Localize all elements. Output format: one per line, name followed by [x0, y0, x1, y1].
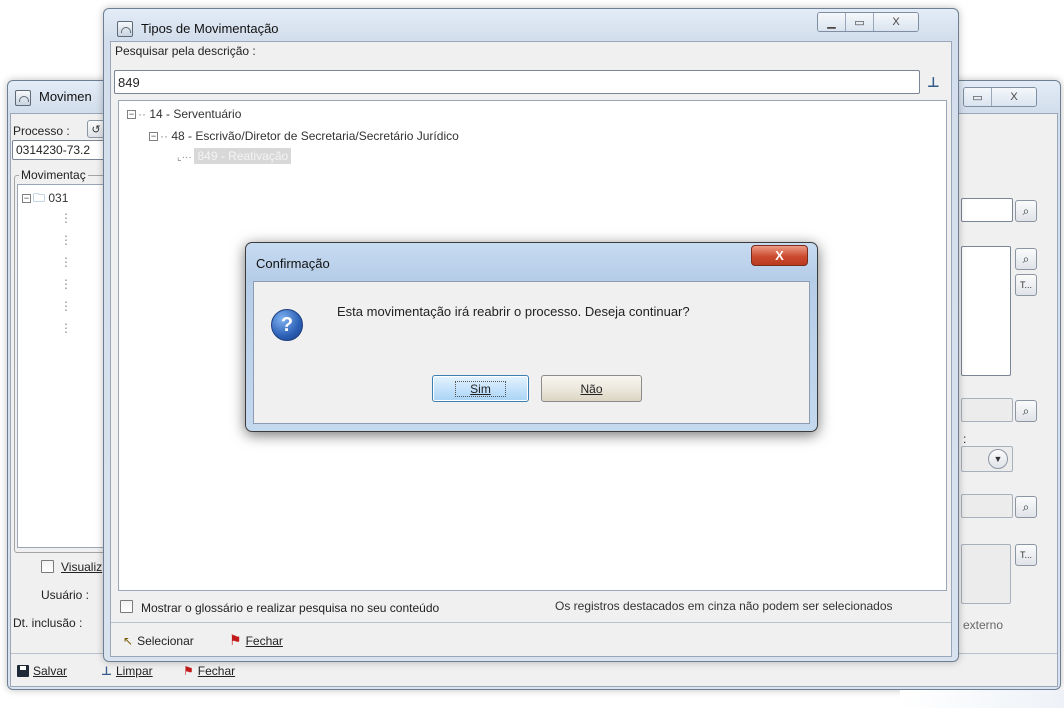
- dialog-message: Esta movimentação irá reabrir o processo…: [337, 304, 690, 319]
- floppy-icon: [17, 665, 29, 677]
- tree-node-label: 849 - Reativação: [194, 148, 292, 164]
- no-button[interactable]: Não: [541, 375, 642, 402]
- dt-inclusao-label: Dt. inclusão :: [13, 616, 83, 630]
- right-memo[interactable]: [961, 246, 1011, 376]
- exit-flag-icon: ⚑: [229, 632, 242, 648]
- visualizar-text: Visualiz: [61, 560, 103, 574]
- text-icon[interactable]: T...: [1015, 544, 1037, 566]
- tree-connector: ··: [160, 129, 172, 143]
- tree-connector: ⌞···: [177, 152, 195, 163]
- tipos-toolbar-divider: [111, 622, 951, 623]
- text-icon[interactable]: T...: [1015, 274, 1037, 296]
- selecionar-label: Selecionar: [137, 634, 194, 648]
- tree-node-reativacao[interactable]: ⌞··· 849 - Reativação: [177, 148, 292, 164]
- externo-text: externo: [963, 618, 1004, 632]
- no-label: Não: [580, 381, 603, 396]
- processo-label: Processo :: [13, 124, 70, 138]
- search-label: Pesquisar pela descrição :: [115, 44, 256, 58]
- movimentacao-label: Movimentaç: [19, 168, 88, 182]
- salvar-button[interactable]: Salvar: [17, 664, 67, 678]
- chevron-down-icon[interactable]: ▼: [988, 449, 1008, 469]
- visualizar-checkbox[interactable]: [41, 560, 54, 573]
- maximize-button[interactable]: ▭: [964, 88, 992, 106]
- tree-node-label: 48 - Escrivão/Diretor de Secretaria/Secr…: [171, 129, 459, 143]
- fechar-label: Fechar: [245, 633, 283, 648]
- limpar-button[interactable]: ⊥ Limpar: [101, 664, 153, 678]
- maximize-button[interactable]: ▭: [846, 13, 874, 31]
- tree-root-label: 031: [48, 191, 69, 205]
- search-icon[interactable]: ⌕: [1015, 496, 1037, 518]
- yes-label: Sim: [455, 380, 506, 397]
- colon-label: :: [963, 432, 967, 446]
- fechar-button[interactable]: ⚑ Fechar: [183, 664, 235, 678]
- dialog-title: Confirmação: [256, 256, 330, 271]
- limpar-label: Limpar: [115, 664, 153, 678]
- tree-node-label: 14 - Serventuário: [149, 107, 242, 121]
- right-field-1[interactable]: [961, 198, 1013, 222]
- exit-flag-icon: ⚑: [183, 664, 194, 678]
- right-memo-2: [961, 544, 1011, 604]
- search-icon[interactable]: ⌕: [1015, 400, 1037, 422]
- search-input[interactable]: 849: [114, 70, 920, 94]
- movimentacao-tree[interactable]: − 🗀 031 ⋮ ⋮ ⋮ ⋮ ⋮ ⋮: [17, 184, 109, 548]
- collapse-icon[interactable]: −: [149, 132, 158, 142]
- fechar-label: Fechar: [197, 664, 236, 678]
- close-button[interactable]: X: [992, 88, 1036, 106]
- collapse-icon[interactable]: −: [22, 194, 31, 204]
- dialog-close-button[interactable]: X: [751, 245, 808, 266]
- confirmation-dialog: Confirmação X ? Esta movimentação irá re…: [245, 242, 818, 432]
- minimize-button[interactable]: ▁: [818, 13, 846, 31]
- clear-search-icon[interactable]: ⊥: [927, 74, 940, 91]
- right-field-3: [961, 494, 1013, 518]
- tree-node-serventuario[interactable]: − ·· 14 - Serventuário: [127, 107, 241, 121]
- visualizar-label: Visualiz: [61, 560, 102, 574]
- selecionar-button[interactable]: ↖ Selecionar: [123, 634, 194, 648]
- tipos-window-app-icon: [117, 21, 133, 37]
- yes-button[interactable]: Sim: [432, 375, 529, 402]
- tree-connector: ⋮ ⋮ ⋮ ⋮ ⋮ ⋮: [60, 211, 72, 335]
- fechar-button[interactable]: ⚑ Fechar: [229, 632, 283, 649]
- back-window-app-icon: [15, 90, 31, 106]
- folder-icon: 🗀: [33, 191, 46, 205]
- back-window-caption-buttons: ▭ X: [963, 87, 1037, 107]
- glossario-checkbox[interactable]: [120, 600, 133, 613]
- salvar-label: Salvar: [33, 664, 68, 678]
- tipos-window-caption-buttons: ▁ ▭ X: [817, 12, 919, 32]
- tree-connector: ··: [138, 107, 150, 121]
- usuario-label: Usuário :: [41, 588, 90, 602]
- collapse-icon[interactable]: −: [127, 110, 136, 120]
- glossario-label: Mostrar o glossário e realizar pesquisa …: [141, 601, 440, 615]
- processo-field[interactable]: 0314230-73.2: [12, 140, 108, 160]
- close-button[interactable]: X: [874, 13, 918, 31]
- cursor-icon: ↖: [123, 634, 134, 648]
- back-window-title: Movimen: [39, 89, 92, 104]
- dialog-body: ? Esta movimentação irá reabrir o proces…: [253, 281, 810, 424]
- desktop-reflection: [900, 690, 1064, 708]
- question-icon: ?: [271, 309, 303, 341]
- broom-icon: ⊥: [101, 664, 112, 678]
- tree-node-escrivao[interactable]: − ·· 48 - Escrivão/Diretor de Secretaria/…: [149, 129, 459, 143]
- registros-note: Os registros destacados em cinza não pod…: [555, 599, 893, 613]
- tipos-window-title: Tipos de Movimentação: [141, 21, 279, 36]
- right-field-2: [961, 398, 1013, 422]
- search-icon[interactable]: ⌕: [1015, 248, 1037, 270]
- search-icon[interactable]: ⌕: [1015, 200, 1037, 222]
